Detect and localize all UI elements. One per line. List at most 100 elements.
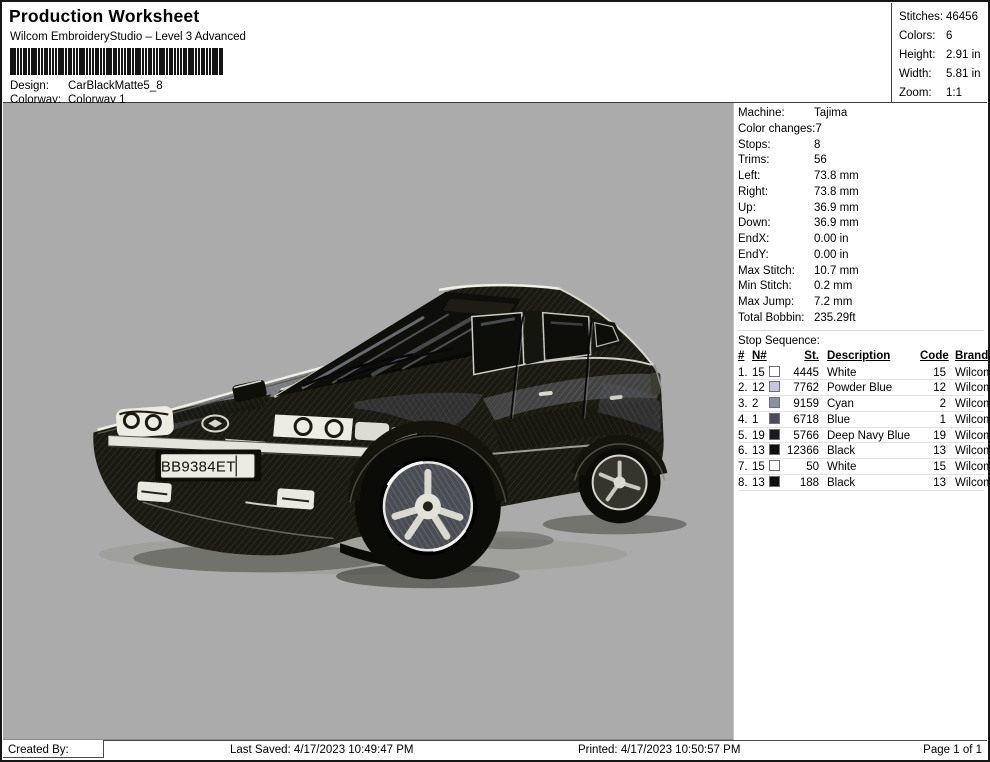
info-label: Trims: <box>738 153 814 169</box>
stop-cell-st: 9159 <box>784 397 821 412</box>
stop-cell-n: 12 <box>752 381 769 396</box>
stop-sequence-row: 8.13188Black13Wilcom <box>738 475 984 491</box>
info-value: 1:1 <box>946 84 962 103</box>
info-label: Width: <box>899 65 946 84</box>
stop-cell-num: 3. <box>738 397 752 412</box>
stop-cell-swatch <box>769 443 784 460</box>
info-label: Max Jump: <box>738 295 814 311</box>
summary-stats-box: Stitches:46456Colors:6Height:2.91 inWidt… <box>891 3 987 103</box>
stop-cell-n: 15 <box>752 366 769 381</box>
info-label: Stops: <box>738 138 814 154</box>
stop-cell-code: 13 <box>920 476 948 491</box>
stop-cell-num: 4. <box>738 413 752 428</box>
machine-info-row: Stops:8 <box>738 138 987 154</box>
stop-cell-brand: Wilcom <box>948 366 988 381</box>
col-header-description: Description <box>821 349 920 364</box>
car-embroidery-illustration: BB9384ET <box>3 103 733 739</box>
stop-cell-n: 1 <box>752 413 769 428</box>
machine-info-row: Max Jump:7.2 mm <box>738 295 987 311</box>
info-label: Min Stitch: <box>738 279 814 295</box>
stop-cell-swatch <box>769 428 784 445</box>
info-value: 73.8 mm <box>814 185 859 201</box>
header: Production Worksheet Wilcom EmbroiderySt… <box>3 3 891 103</box>
info-label: Total Bobbin: <box>738 311 814 327</box>
machine-info-row: EndX:0.00 in <box>738 232 987 248</box>
info-value: 0.2 mm <box>814 279 852 295</box>
summary-row: Stitches:46456 <box>899 8 987 27</box>
stop-cell-st: 4445 <box>784 366 821 381</box>
machine-info-row: Right:73.8 mm <box>738 185 987 201</box>
info-label: Max Stitch: <box>738 264 814 280</box>
stop-cell-description: Black <box>821 476 920 491</box>
stop-sequence-row: 6.1312366Black13Wilcom <box>738 443 984 459</box>
stop-sequence-row: 1.154445White15Wilcom <box>738 365 984 381</box>
info-label: Machine: <box>738 106 814 122</box>
info-value: 8 <box>814 138 820 154</box>
stop-cell-num: 5. <box>738 429 752 444</box>
stop-cell-description: White <box>821 366 920 381</box>
info-value: 5.81 in <box>946 65 981 84</box>
stop-cell-num: 1. <box>738 366 752 381</box>
thread-color-swatch <box>769 381 780 392</box>
design-barcode <box>10 48 234 75</box>
stop-cell-num: 6. <box>738 444 752 459</box>
stop-cell-swatch <box>769 380 784 397</box>
summary-row: Zoom:1:1 <box>899 84 987 103</box>
stop-cell-brand: Wilcom <box>948 429 988 444</box>
machine-info-row: EndY:0.00 in <box>738 248 987 264</box>
thread-color-swatch <box>769 460 780 471</box>
license-plate: BB9384ET <box>160 453 255 478</box>
stop-cell-description: White <box>821 460 920 475</box>
stop-sequence-row: 3.29159Cyan2Wilcom <box>738 396 984 412</box>
info-label: Stitches: <box>899 8 946 27</box>
stop-cell-code: 12 <box>920 381 948 396</box>
thread-color-swatch <box>769 366 780 377</box>
stop-cell-n: 19 <box>752 429 769 444</box>
stop-cell-st: 50 <box>784 460 821 475</box>
machine-info-row: Total Bobbin:235.29ft <box>738 311 987 327</box>
stop-cell-swatch <box>769 396 784 413</box>
machine-info-row: Machine:Tajima <box>738 106 987 122</box>
stop-cell-n: 15 <box>752 460 769 475</box>
stop-cell-swatch <box>769 365 784 382</box>
info-value: 2.91 in <box>946 46 981 65</box>
info-value: 56 <box>814 153 827 169</box>
thread-color-swatch <box>769 476 780 487</box>
design-label: Design: <box>10 79 68 93</box>
info-label: Down: <box>738 216 814 232</box>
stop-cell-num: 2. <box>738 381 752 396</box>
stop-cell-swatch <box>769 475 784 492</box>
stop-cell-brand: Wilcom <box>948 476 988 491</box>
col-header-code: Code <box>920 349 948 364</box>
license-plate-text: BB9384ET <box>161 458 236 475</box>
stop-sequence-row: 2.127762Powder Blue12Wilcom <box>738 380 984 396</box>
stop-cell-st: 5766 <box>784 429 821 444</box>
stop-cell-code: 2 <box>920 397 948 412</box>
info-value: 73.8 mm <box>814 169 859 185</box>
info-label: Up: <box>738 201 814 217</box>
thread-color-swatch <box>769 413 780 424</box>
info-value: 36.9 mm <box>814 201 859 217</box>
info-label: EndY: <box>738 248 814 264</box>
stop-sequence-section: Stop Sequence: # N# St. Description Code… <box>738 330 984 491</box>
stop-sequence-row: 4.16718Blue1Wilcom <box>738 412 984 428</box>
summary-row: Height:2.91 in <box>899 46 987 65</box>
last-saved-label: Last Saved: 4/17/2023 10:49:47 PM <box>230 743 414 757</box>
machine-info-row: Color changes:7 <box>738 122 987 138</box>
stop-cell-code: 15 <box>920 460 948 475</box>
col-header-brand: Brand <box>948 349 988 364</box>
stop-cell-st: 12366 <box>784 444 821 459</box>
info-value: 6 <box>946 27 952 46</box>
stop-cell-brand: Wilcom <box>948 444 988 459</box>
stop-cell-n: 13 <box>752 444 769 459</box>
stop-cell-swatch <box>769 459 784 476</box>
stop-cell-brand: Wilcom <box>948 397 988 412</box>
created-by-label: Created By: <box>8 743 69 757</box>
stop-cell-st: 6718 <box>784 413 821 428</box>
stop-cell-n: 13 <box>752 476 769 491</box>
info-label: Left: <box>738 169 814 185</box>
thread-color-swatch <box>769 444 780 455</box>
stop-cell-description: Powder Blue <box>821 381 920 396</box>
thread-color-swatch <box>769 429 780 440</box>
info-value: 0.00 in <box>814 232 849 248</box>
